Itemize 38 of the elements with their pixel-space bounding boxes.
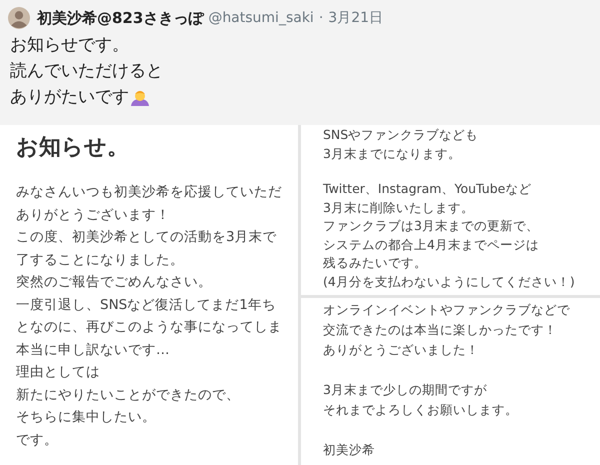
notice-text: 3月末までになります。 (323, 144, 462, 162)
notice-text: 初美沙希 (323, 441, 376, 459)
notice-text: SNSやファンクラブなども (323, 126, 480, 144)
notice-text: それまでよろしくお願いします。 (323, 401, 519, 419)
notice-text: そちらに集中したい。 (16, 408, 157, 427)
notice-text: 3月末に削除いたします。 (323, 198, 475, 216)
tweet-text: お知らせです。 (10, 34, 129, 57)
notice-text: 理由としては (16, 363, 101, 382)
separator-dot: · (318, 10, 324, 26)
tweet-text: 読んでいただけると (10, 60, 163, 83)
notice-text: ありがとうございました！ (323, 341, 480, 359)
notice-text: 突然のご報告でごめんなさい。 (16, 273, 213, 292)
notice-text: (4月分を支払わないようにしてください！) (323, 272, 576, 290)
notice-text: ファンクラブは3月末までの更新で、 (323, 217, 540, 235)
user-handle: @hatsumi_saki (208, 10, 314, 26)
notice-text: です。 (16, 430, 59, 450)
notice-text: Twitter、Instagram、YouTubeなど (323, 180, 532, 198)
notice-text: となのに、再びこのような事になってしま (16, 318, 283, 337)
notice-text: ありがとうございます！ (16, 206, 171, 224)
attached-image[interactable]: オンラインイベントやファンクラブなどで 交流できたのは本当に楽しかったです！ ありがとうございました！ 3月末まで少しの期間ですが それまでよろしくお願いします。 初美沙希 (301, 298, 600, 465)
notice-text: みなさんいつも初美沙希を応援していただ (16, 183, 283, 202)
attached-image[interactable]: SNSやファンクラブなども 3月末までになります。 Twitter、Instagram、YouTubeなど 3月末に削除いたします。 ファンクラブは3月末までの更新で、 システムの都合上4月末までページは 残るみたいです。 (4月分を支払わないようにしてください！) (301, 125, 600, 295)
notice-text: この度、初美沙希としての活動を3月末で (16, 228, 278, 247)
notice-text: 一度引退し、SNSなど復活してまだ1年ち (16, 296, 277, 314)
post-date[interactable]: 3月21日 (328, 9, 384, 27)
notice-text: オンラインイベントやファンクラブなどで (323, 301, 571, 319)
notice-text: 残るみたいです。 (323, 254, 428, 272)
notice-text: 新たにやりたいことができたので、 (16, 386, 241, 404)
notice-text: 本当に申し訳ないです… (16, 340, 170, 360)
notice-text: 了することになりました。 (16, 250, 185, 270)
attached-image[interactable]: お知らせ。 みなさんいつも初美沙希を応援していただ ありがとうございます！ この度、初美沙希としての活動を3月末で 了することになりました。 突然のご報告でごめんなさい。 一度引退し、SNSなど復活してまだ1年ち となのに、再びこのような事になってしま 本当に申し訳ないです… 理由としては 新たにやりたいことができたので、 そちらに集中したい。 です。 (0, 125, 298, 465)
avatar[interactable] (8, 7, 30, 29)
display-name[interactable]: 初美沙希@823さきっぽ (37, 8, 204, 28)
notice-text: 3月末まで少しの期間ですが (323, 381, 488, 399)
notice-text: システムの都合上4月末までページは (323, 236, 540, 254)
tweet-text: ありがたいです (10, 86, 129, 109)
notice-text: 交流できたのは本当に楽しかったです！ (323, 321, 558, 339)
notice-title: お知らせ。 (16, 134, 130, 162)
